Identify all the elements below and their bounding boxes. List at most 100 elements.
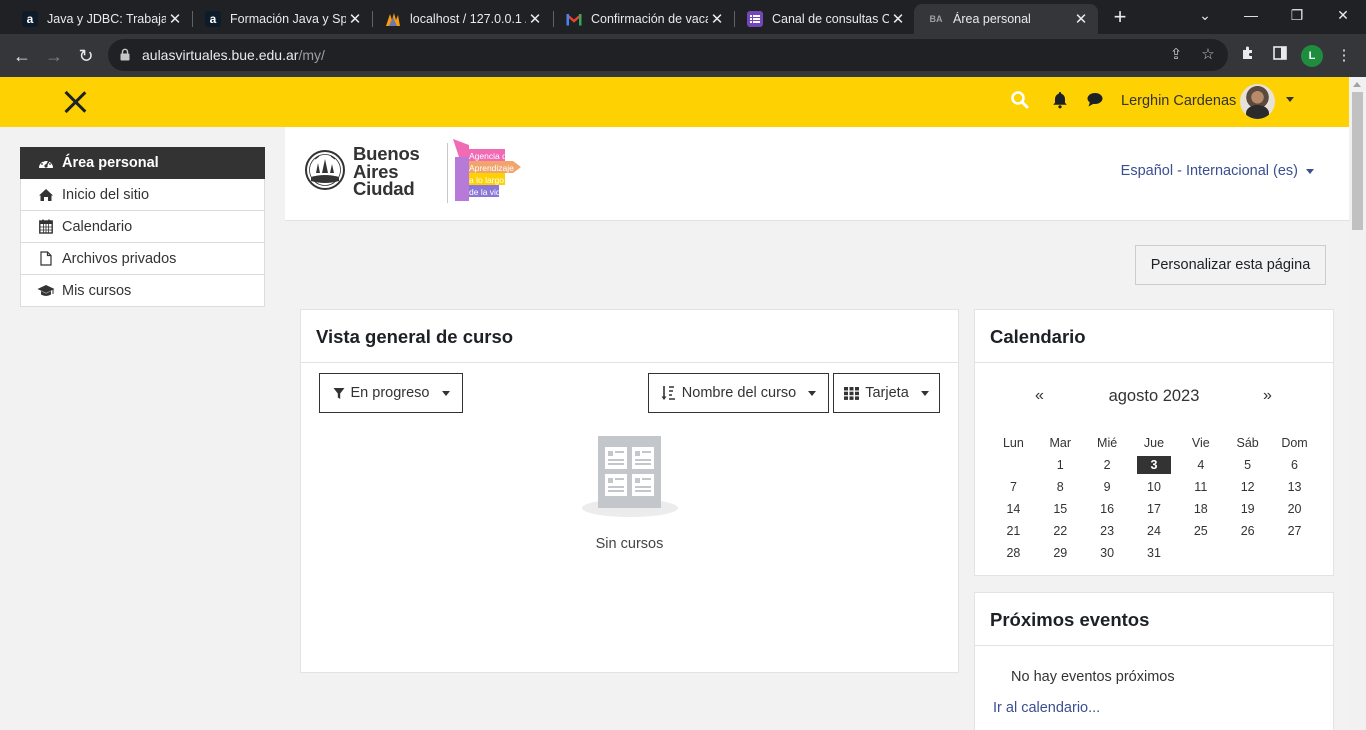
reload-button[interactable]: ↻: [72, 42, 100, 70]
user-menu-caret-icon[interactable]: [1286, 97, 1294, 102]
close-drawer-icon[interactable]: [62, 89, 88, 115]
weekday-label: Dom: [1281, 436, 1308, 450]
calendar-day[interactable]: 27: [1278, 522, 1312, 540]
calendar-day[interactable]: 1: [1043, 456, 1077, 474]
back-button[interactable]: ←: [8, 42, 36, 70]
browser-tab[interactable]: a Java y JDBC: Trabajando ✕: [8, 4, 192, 34]
calendar-day[interactable]: 5: [1231, 456, 1265, 474]
calendar-day[interactable]: 6: [1278, 456, 1312, 474]
calendar-day[interactable]: 2: [1090, 456, 1124, 474]
drawer-item-archivos-privados[interactable]: Archivos privados: [20, 243, 265, 275]
calendar-day[interactable]: 26: [1231, 522, 1265, 540]
calendar-day[interactable]: 13: [1278, 478, 1312, 496]
minimize-button[interactable]: —: [1228, 0, 1274, 34]
calendar-day[interactable]: 22: [1043, 522, 1077, 540]
calendar-day[interactable]: 24: [1137, 522, 1171, 540]
calendar-day[interactable]: 16: [1090, 500, 1124, 518]
calendar-day[interactable]: 31: [1137, 544, 1171, 562]
filter-progress-dropdown[interactable]: En progreso: [319, 373, 463, 413]
bookmark-star-icon[interactable]: ☆: [1198, 45, 1218, 65]
filter-label: En progreso: [350, 385, 430, 401]
calendar-day[interactable]: 12: [1231, 478, 1265, 496]
calendar-day[interactable]: 28: [996, 544, 1030, 562]
tab-close-icon[interactable]: ✕: [708, 10, 726, 28]
calendar-day[interactable]: 29: [1043, 544, 1077, 562]
drawer-item-inicio-del-sitio[interactable]: Inicio del sitio: [20, 179, 265, 211]
browser-tab[interactable]: a Formación Java y Spring ✕: [191, 4, 372, 34]
language-selector[interactable]: Español - Internacional (es): [1121, 163, 1314, 179]
site-navbar: Lerghin Cardenas: [0, 77, 1349, 127]
weekday-label: Lun: [1002, 436, 1024, 450]
calendar-day[interactable]: 21: [996, 522, 1030, 540]
previous-month-link[interactable]: «: [1035, 387, 1044, 405]
calendar-day-cell: 25: [1177, 520, 1224, 542]
scrollbar-thumb[interactable]: [1352, 92, 1363, 230]
page-header: Buenos Aires Ciudad Agencia de Aprendiza…: [285, 127, 1349, 221]
user-name[interactable]: Lerghin Cardenas: [1121, 93, 1236, 109]
customize-page-button[interactable]: Personalizar esta página: [1135, 245, 1326, 285]
calendar-day-cell: 6: [1271, 454, 1318, 476]
calendar-icon: [37, 219, 55, 235]
messages-chat-icon[interactable]: [1085, 90, 1105, 110]
calendar-day[interactable]: 20: [1278, 500, 1312, 518]
calendar-day-cell: 2: [1084, 454, 1131, 476]
upcoming-events-block: Próximos eventos No hay eventos próximos…: [974, 592, 1334, 730]
extensions-icon[interactable]: [1237, 45, 1259, 67]
next-month-link[interactable]: »: [1263, 387, 1272, 405]
address-bar[interactable]: aulasvirtuales.bue.edu.ar/my/ ⇪ ☆: [108, 39, 1228, 71]
block-divider: [301, 362, 958, 363]
scroll-up-arrow-icon[interactable]: [1353, 82, 1361, 87]
tab-close-icon[interactable]: ✕: [889, 10, 907, 28]
page-scrollbar[interactable]: [1349, 77, 1366, 730]
calendar-day[interactable]: 19: [1231, 500, 1265, 518]
calendar-day[interactable]: 4: [1184, 456, 1218, 474]
drawer-item-calendario[interactable]: Calendario: [20, 211, 265, 243]
calendar-day[interactable]: 17: [1137, 500, 1171, 518]
calendar-day[interactable]: 10: [1137, 478, 1171, 496]
calendar-day[interactable]: 8: [1043, 478, 1077, 496]
drawer-item-label: Mis cursos: [62, 282, 132, 299]
close-window-button[interactable]: ✕: [1320, 0, 1366, 34]
calendar-day-cell: 4: [1177, 454, 1224, 476]
calendar-day[interactable]: 25: [1184, 522, 1218, 540]
calendar-day[interactable]: 14: [996, 500, 1030, 518]
calendar-day[interactable]: 9: [1090, 478, 1124, 496]
browser-tab-active[interactable]: BA Área personal ✕: [914, 4, 1098, 34]
forward-button[interactable]: →: [40, 42, 68, 70]
browser-tab[interactable]: Confirmación de vacan ✕: [552, 4, 734, 34]
no-events-text: No hay eventos próximos: [1011, 669, 1175, 685]
browser-menu-icon[interactable]: ⋮: [1333, 45, 1355, 67]
tab-close-icon[interactable]: ✕: [526, 10, 544, 28]
drawer-item-area-personal[interactable]: Área personal: [20, 147, 265, 179]
tab-close-icon[interactable]: ✕: [346, 10, 364, 28]
share-icon[interactable]: ⇪: [1166, 45, 1186, 65]
calendar-day[interactable]: 15: [1043, 500, 1077, 518]
browser-tab[interactable]: localhost / 127.0.0.1 / ✕: [371, 4, 552, 34]
restore-button[interactable]: ❐: [1274, 0, 1320, 34]
calendar-day-cell: 10: [1131, 476, 1178, 498]
calendar-today[interactable]: 3: [1136, 456, 1171, 474]
view-mode-dropdown[interactable]: Tarjeta: [833, 373, 940, 413]
new-tab-button[interactable]: +: [1108, 4, 1132, 30]
tab-close-icon[interactable]: ✕: [166, 10, 184, 28]
calendar-day-cell: 8: [1037, 476, 1084, 498]
grid-view-icon: [844, 386, 860, 400]
drawer-item-mis-cursos[interactable]: Mis cursos: [20, 275, 265, 307]
search-icon[interactable]: [1010, 90, 1030, 110]
side-panel-icon[interactable]: [1269, 45, 1291, 67]
go-to-calendar-link[interactable]: Ir al calendario...: [993, 700, 1100, 716]
sort-dropdown[interactable]: Nombre del curso: [648, 373, 829, 413]
lock-icon: [120, 48, 130, 61]
calendar-day[interactable]: 18: [1184, 500, 1218, 518]
calendar-day[interactable]: 7: [996, 478, 1030, 496]
tab-search-icon[interactable]: ⌄: [1182, 0, 1228, 34]
calendar-day[interactable]: 11: [1184, 478, 1218, 496]
tab-close-icon[interactable]: ✕: [1072, 10, 1090, 28]
calendar-day[interactable]: 23: [1090, 522, 1124, 540]
profile-avatar[interactable]: L: [1301, 45, 1323, 67]
user-avatar[interactable]: [1240, 84, 1275, 119]
calendar-day-cell: 3: [1131, 454, 1178, 476]
calendar-day[interactable]: 30: [1090, 544, 1124, 562]
notifications-bell-icon[interactable]: [1050, 90, 1070, 110]
browser-tab[interactable]: Canal de consultas CA ✕: [733, 4, 915, 34]
